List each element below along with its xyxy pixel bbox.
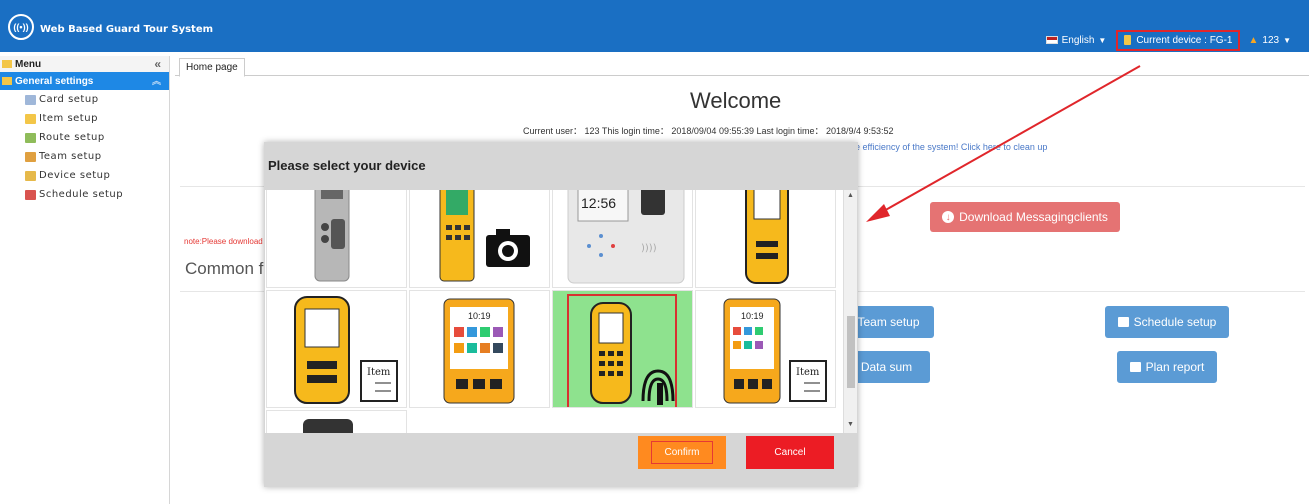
download-icon: ↓ [942, 211, 955, 223]
clock-readout: 12:56 [581, 195, 616, 211]
download-messaging-clients-button[interactable]: ↓ Download Messagingclients [930, 202, 1120, 232]
cancel-button[interactable]: Cancel [746, 436, 834, 469]
device-option-4[interactable] [695, 190, 836, 288]
sidebar-item-label: Team setup [39, 151, 102, 162]
device-select-dialog: Please select your device 12:56)))) Ite… [264, 142, 858, 487]
language-label: English [1061, 34, 1095, 46]
item-icon [25, 113, 36, 124]
sidebar-item-label: Card setup [39, 94, 99, 105]
camera-handheld-image [439, 190, 530, 282]
card-icon [25, 94, 36, 105]
device-option-8[interactable]: 10:19 Item [695, 290, 836, 408]
item-label: Item [367, 367, 391, 378]
sidebar-item-schedule-setup[interactable]: Schedule setup [0, 185, 169, 204]
svg-text:)))): )))) [641, 243, 657, 254]
list-icon [1129, 362, 1141, 372]
scroll-down-icon[interactable]: ▼ [847, 421, 854, 428]
device-option-7-selected[interactable] [552, 290, 693, 408]
app-logo: ((•)) [8, 14, 34, 40]
device-option-9[interactable] [266, 410, 407, 433]
touchscreen-handheld-image: 10:19 [443, 298, 515, 404]
sidebar: Menu « General settings ︽ Card setup Ite… [0, 56, 170, 504]
device-grid-container: 12:56 )))) Item 10:19 10:19 Item ▲ ▼ [265, 190, 857, 433]
handheld-top-image [303, 419, 353, 433]
current-device-label: Current device : FG-1 [1136, 34, 1233, 46]
rugged-handheld-image [745, 190, 789, 284]
device-option-2[interactable] [409, 190, 550, 288]
tab-home-page[interactable]: Home page [179, 58, 245, 77]
confirm-button[interactable]: Confirm [638, 436, 726, 469]
menu-label: Menu [15, 58, 42, 70]
schedule-setup-button[interactable]: Schedule setup [1105, 306, 1229, 338]
download-label: Download Messagingclients [959, 210, 1108, 224]
sidebar-item-team-setup[interactable]: Team setup [0, 147, 169, 166]
item-handheld-image: Item [294, 296, 398, 404]
screen-time: 10:19 [741, 311, 764, 321]
top-right-controls: English ▼ Current device : FG-1 ▲ 123 ▼ [1045, 29, 1301, 51]
dialog-title: Please select your device [268, 158, 426, 173]
tab-bar: Home page [175, 56, 1309, 77]
user-name: 123 [1262, 34, 1280, 46]
folder-icon [2, 60, 12, 68]
top-bar: ((•)) Web Based Guard Tour System Englis… [0, 0, 1309, 52]
app-title: Web Based Guard Tour System [40, 24, 214, 35]
team-setup-label: Team setup [857, 315, 920, 329]
sidebar-item-device-setup[interactable]: Device setup [0, 166, 169, 185]
dialog-scrollbar[interactable]: ▲ ▼ [843, 190, 857, 433]
plan-report-label: Plan report [1145, 360, 1205, 374]
current-device-selector[interactable]: Current device : FG-1 [1116, 29, 1241, 51]
item-label: Item [796, 367, 820, 378]
scroll-up-icon[interactable]: ▲ [847, 192, 854, 199]
time-attendance-terminal-image: 12:56 )))) [567, 190, 685, 284]
sidebar-item-item-setup[interactable]: Item setup [0, 109, 169, 128]
selection-outline [567, 294, 677, 407]
group-label: General settings [15, 75, 94, 87]
folder-icon [2, 77, 12, 85]
device-option-1[interactable] [266, 190, 407, 288]
common-functions-heading: Common fu [185, 259, 273, 278]
screen-time: 10:19 [468, 311, 491, 321]
sidebar-item-label: Item setup [39, 113, 98, 124]
confirm-label: Confirm [651, 441, 713, 464]
sidebar-item-label: Route setup [39, 132, 105, 143]
device-icon [1124, 35, 1132, 45]
sidebar-item-label: Schedule setup [39, 189, 124, 200]
data-sum-label: Data sum [860, 360, 913, 374]
sidebar-item-label: Device setup [39, 170, 111, 181]
download-note: note:Please download [184, 237, 263, 246]
plan-report-button[interactable]: Plan report [1117, 351, 1217, 383]
cancel-label: Cancel [774, 447, 806, 458]
touchscreen-item-handheld-image: 10:19 Item [723, 298, 827, 404]
clean-up-link[interactable]: e efficiency of the system! Click here t… [855, 142, 1047, 152]
schedule-setup-label: Schedule setup [1133, 315, 1217, 329]
sidebar-item-route-setup[interactable]: Route setup [0, 128, 169, 147]
menu-header: Menu « [0, 56, 169, 72]
user-icon: ▲ [1248, 34, 1259, 46]
device-option-5[interactable]: Item [266, 290, 407, 408]
sidebar-group-general-settings[interactable]: General settings ︽ [0, 72, 169, 90]
welcome-heading: Welcome [690, 88, 782, 113]
chevron-up-icon: ︽ [151, 76, 161, 86]
collapse-sidebar-icon[interactable]: « [154, 57, 161, 71]
language-selector[interactable]: English ▼ [1045, 34, 1107, 46]
chevron-down-icon: ▼ [1283, 35, 1291, 45]
device-option-3[interactable]: 12:56 )))) [552, 190, 693, 288]
chevron-down-icon: ▼ [1098, 35, 1107, 45]
scrollbar-thumb[interactable] [847, 316, 855, 388]
team-icon [25, 151, 36, 162]
sidebar-item-card-setup[interactable]: Card setup [0, 90, 169, 109]
device-option-6[interactable]: 10:19 [409, 290, 550, 408]
user-menu[interactable]: ▲ 123 ▼ [1248, 35, 1291, 46]
route-icon [25, 132, 36, 143]
calendar-icon [1117, 317, 1129, 327]
flag-icon [1045, 36, 1058, 44]
fingerprint-terminal-image [314, 190, 350, 282]
schedule-icon [25, 189, 36, 200]
login-info: Current user： 123 This login time： 2018/… [523, 126, 894, 136]
device-setup-icon [25, 170, 36, 181]
